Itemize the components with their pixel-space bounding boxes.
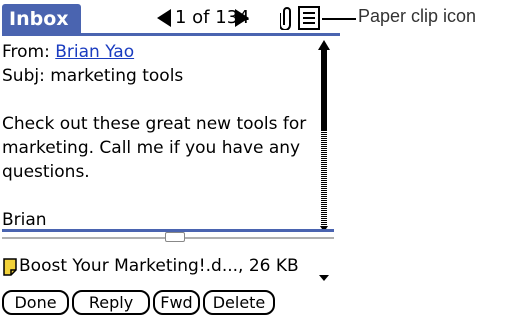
scrollbar-thumb[interactable] xyxy=(321,50,327,130)
done-button[interactable]: Done xyxy=(2,290,69,315)
body-line: marketing. Call me if you have any xyxy=(2,138,301,158)
list-icon[interactable] xyxy=(298,6,320,30)
callout-leader-line xyxy=(322,18,356,20)
note-icon xyxy=(3,258,17,276)
left-arrow-icon[interactable] xyxy=(157,9,171,27)
message-body: From: Brian Yao Subj: marketing tools Ch… xyxy=(2,40,317,230)
title-bar: Inbox 1 of 134 xyxy=(0,0,341,38)
from-line: From: Brian Yao xyxy=(2,40,317,64)
forward-button[interactable]: Fwd xyxy=(153,290,200,315)
inbox-title-tab[interactable]: Inbox xyxy=(2,4,81,34)
body-line: Check out these great new tools for xyxy=(2,114,307,134)
paper-clip-icon xyxy=(280,7,291,30)
body-line: questions. xyxy=(2,162,90,182)
subject-line: Subj: marketing tools xyxy=(2,66,184,86)
callout-label: Paper clip icon xyxy=(358,6,477,26)
right-arrow-icon[interactable] xyxy=(235,9,249,27)
resize-handle[interactable] xyxy=(165,232,185,242)
scroll-up-arrow-icon[interactable] xyxy=(318,40,330,50)
attachment-item[interactable]: Boost Your Marketing!.d..., 26 KB xyxy=(19,254,299,278)
title-underline xyxy=(2,33,340,36)
from-label: From: xyxy=(2,42,50,62)
attachment-scroll-down-icon[interactable] xyxy=(319,275,329,281)
reply-button[interactable]: Reply xyxy=(72,290,150,315)
email-screen: Inbox 1 of 134 From: Brian Yao Subj: mar… xyxy=(0,0,341,321)
delete-button[interactable]: Delete xyxy=(203,290,275,315)
sender-link[interactable]: Brian Yao xyxy=(55,42,134,62)
